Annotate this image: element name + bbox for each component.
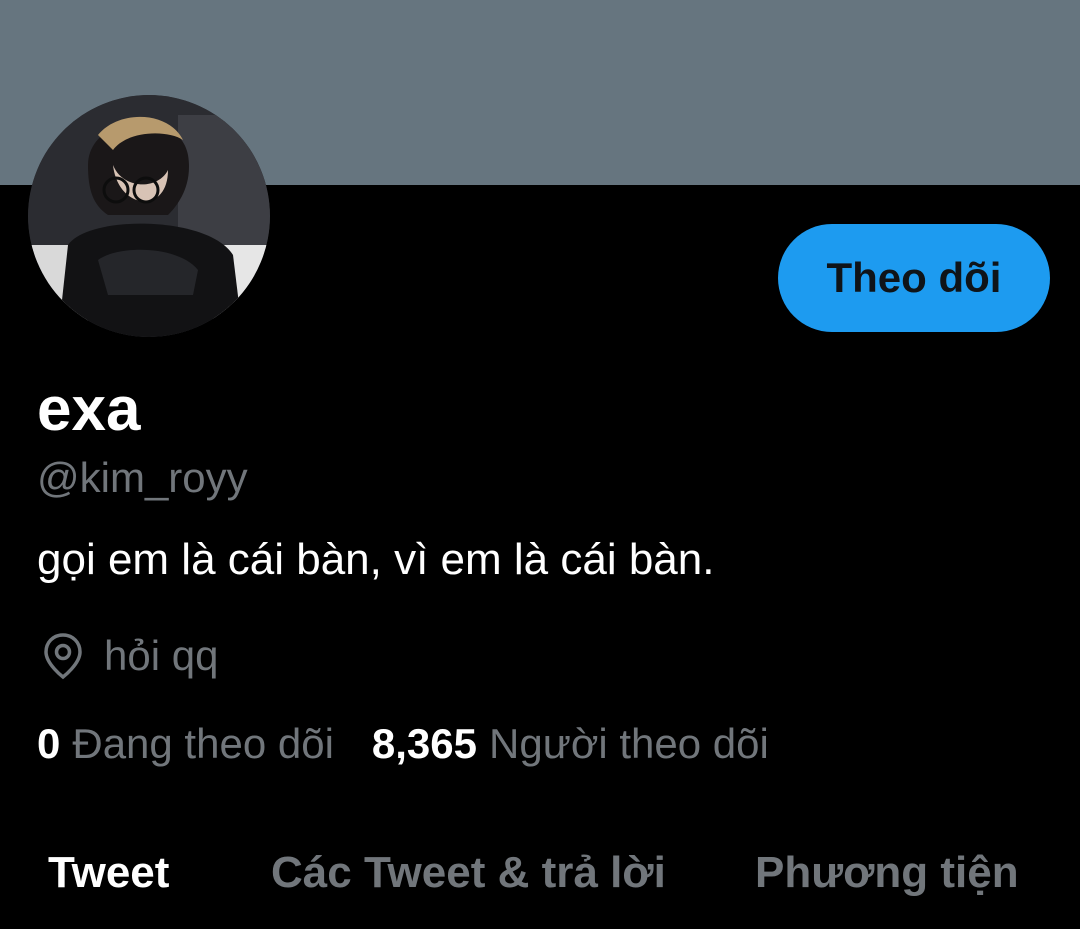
avatar-image — [28, 95, 270, 337]
tab-tweets-and-replies[interactable]: Các Tweet & trả lời — [271, 838, 666, 908]
following-stat[interactable]: 0 Đang theo dõi — [37, 720, 334, 768]
profile-location: hỏi qq — [40, 626, 218, 686]
avatar[interactable] — [28, 95, 270, 337]
profile-tabs: Tweet Các Tweet & trả lời Phương tiện — [0, 838, 1080, 908]
follow-button[interactable]: Theo dõi — [778, 224, 1050, 332]
followers-stat[interactable]: 8,365 Người theo dõi — [372, 720, 769, 768]
following-count: 0 — [37, 720, 61, 767]
location-pin-icon — [40, 631, 86, 681]
followers-count: 8,365 — [371, 720, 478, 767]
username-handle: @kim_royy — [37, 454, 248, 501]
follow-stats: 0 Đang theo dõi 8,365 Người theo dõi — [37, 714, 769, 774]
location-text: hỏi qq — [104, 632, 219, 679]
profile-page: Theo dõi exa @kim_royy gọi em là cái bàn… — [0, 0, 1080, 929]
following-label: Đang theo dõi — [72, 720, 334, 767]
tab-tweets[interactable]: Tweet — [48, 838, 169, 908]
profile-bio: gọi em là cái bàn, vì em là cái bàn. — [37, 535, 715, 584]
display-name: exa — [37, 375, 141, 444]
tab-media[interactable]: Phương tiện — [755, 838, 1019, 908]
followers-label: Người theo dõi — [489, 720, 769, 767]
